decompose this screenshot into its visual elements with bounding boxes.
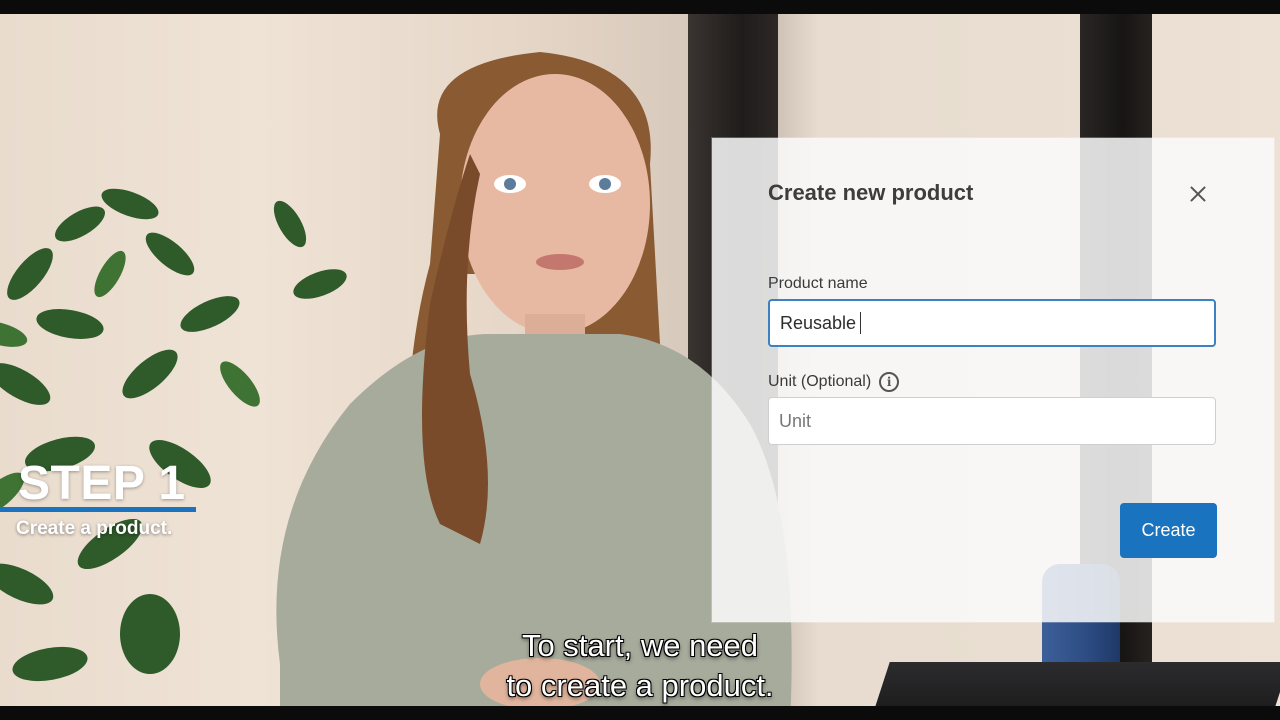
step-title: STEP 1: [18, 457, 186, 510]
info-icon[interactable]: i: [879, 372, 900, 392]
unit-placeholder: Unit: [779, 410, 812, 431]
unit-label: Unit (Optional): [768, 373, 872, 390]
product-name-value: Reusable: [780, 312, 857, 333]
unit-label-row: Unit (Optional) i: [768, 372, 900, 392]
close-icon[interactable]: [1186, 182, 1210, 206]
caption-line-1: To start, we need: [521, 628, 759, 663]
info-icon-glyph: i: [886, 375, 892, 389]
step-subtitle: Create a product.: [16, 518, 173, 539]
product-name-input[interactable]: Reusable: [768, 299, 1216, 347]
caption-line-2: to create a product.: [506, 668, 774, 703]
create-button[interactable]: Create: [1120, 503, 1217, 558]
create-product-dialog: Create new product Product name Reusable…: [712, 138, 1274, 622]
dialog-title: Create new product: [768, 180, 974, 205]
step-accent-bar: [0, 507, 196, 512]
text-caret: [860, 312, 862, 334]
unit-input[interactable]: Unit: [768, 397, 1216, 445]
product-name-label: Product name: [768, 275, 868, 292]
video-captions: To start, we need to create a product.: [0, 626, 1280, 706]
